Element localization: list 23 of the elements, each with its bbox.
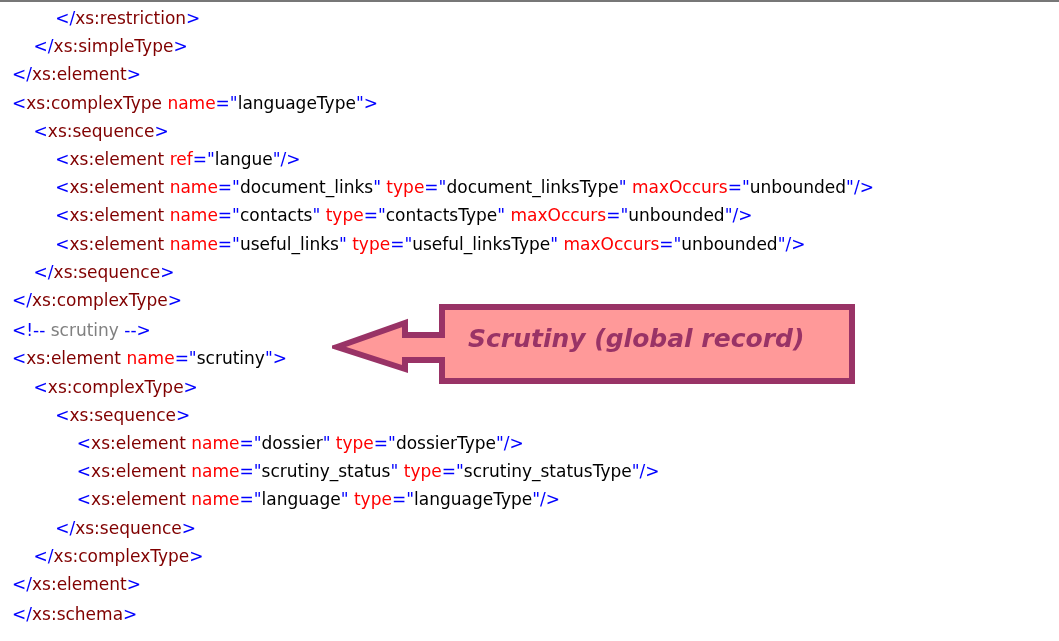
- code-line: </xs:element>: [12, 573, 141, 597]
- code-line: </xs:complexType>: [32, 544, 204, 568]
- code-line: <xs:sequence>: [54, 403, 191, 427]
- code-line: <xs:element name="document_links" type="document_linksType" maxOccurs="unbounded"/>: [54, 176, 874, 200]
- code-line: <xs:complexType name="languageType">: [12, 91, 378, 115]
- code-line: </xs:simpleType>: [32, 35, 188, 59]
- code-line: <!-- scrutiny -->: [12, 319, 151, 343]
- code-line: <xs:element name="useful_links" type="useful_linksType" maxOccurs="unbounded"/>: [54, 232, 806, 257]
- code-line: <xs:element name="contacts" type="contactsType" maxOccurs="unbounded"/>: [54, 204, 753, 228]
- code-line: </xs:schema>: [12, 603, 138, 627]
- code-line: <xs:element name="scrutiny">: [12, 347, 287, 371]
- code-line: </xs:element>: [12, 63, 141, 87]
- code-line: </xs:complexType>: [12, 289, 182, 313]
- code-line: <xs:element ref="langue"/>: [54, 148, 301, 171]
- code-line: <xs:sequence>: [32, 119, 169, 143]
- code-line: <xs:complexType>: [32, 375, 198, 399]
- code-line: </xs:sequence>: [32, 260, 175, 284]
- code-line: </xs:restriction>: [54, 7, 201, 30]
- code-line: <xs:element name="language" type="languageType"/>: [75, 488, 560, 512]
- code-line: <xs:element name="dossier" type="dossierType"/>: [75, 432, 524, 456]
- callout-text: Scrutiny (global record): [468, 324, 805, 353]
- code-line: <xs:element name="scrutiny_status" type="scrutiny_statusType"/>: [75, 460, 660, 484]
- code-line: </xs:sequence>: [54, 516, 197, 540]
